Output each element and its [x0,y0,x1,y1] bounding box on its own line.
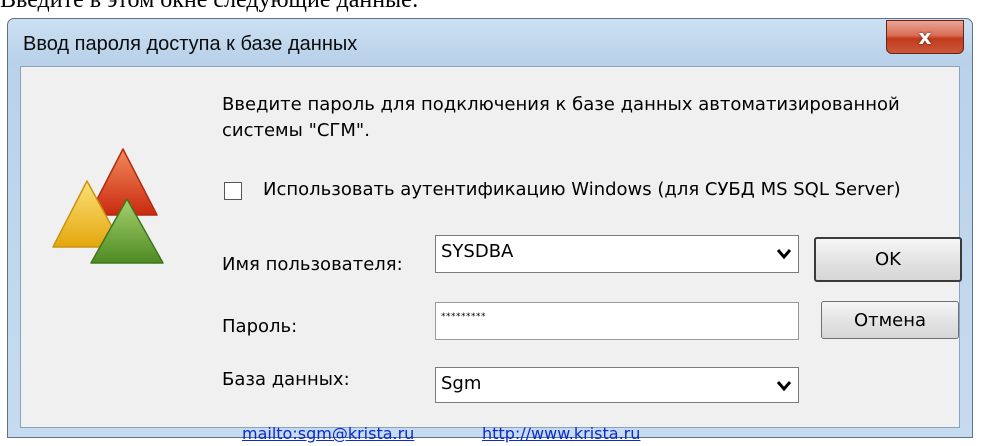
close-icon: x [918,25,932,49]
database-label: База данных: [222,369,350,390]
chevron-down-icon[interactable] [776,248,792,260]
close-button[interactable]: x [886,20,964,54]
website-link[interactable]: http://www.krista.ru [482,424,640,443]
password-value: ********* [441,312,486,322]
cancel-button[interactable]: Отмена [821,301,959,339]
windows-auth-label[interactable]: Использовать аутентификацию Windows (для… [263,179,901,200]
intro-text-line2: системы "СГМ". [222,120,370,141]
ok-button[interactable]: OK [814,237,962,282]
username-combobox[interactable]: SYSDBA [435,235,799,273]
chevron-down-icon[interactable] [776,380,792,392]
username-value: SYSDBA [441,241,514,262]
username-label: Имя пользователя: [222,254,403,275]
document-caption: Введите в этом окне следующие данные: [0,0,419,13]
triangles-logo-icon [52,148,164,264]
login-dialog-window: Ввод пароля доступа к базе данных x Введ… [7,18,973,443]
database-value: Sgm [441,373,482,394]
dialog-client-area: Введите пароль для подключения к базе да… [20,66,962,443]
password-field[interactable]: ********* [435,302,799,340]
windows-auth-checkbox[interactable] [224,182,242,200]
mail-link[interactable]: mailto:sgm@krista.ru [242,424,414,443]
intro-text-line1: Введите пароль для подключения к базе да… [222,94,900,115]
database-combobox[interactable]: Sgm [435,367,799,403]
title-bar[interactable]: Ввод пароля доступа к базе данных x [8,19,972,65]
password-label: Пароль: [222,316,298,337]
window-title: Ввод пароля доступа к базе данных [23,33,358,55]
